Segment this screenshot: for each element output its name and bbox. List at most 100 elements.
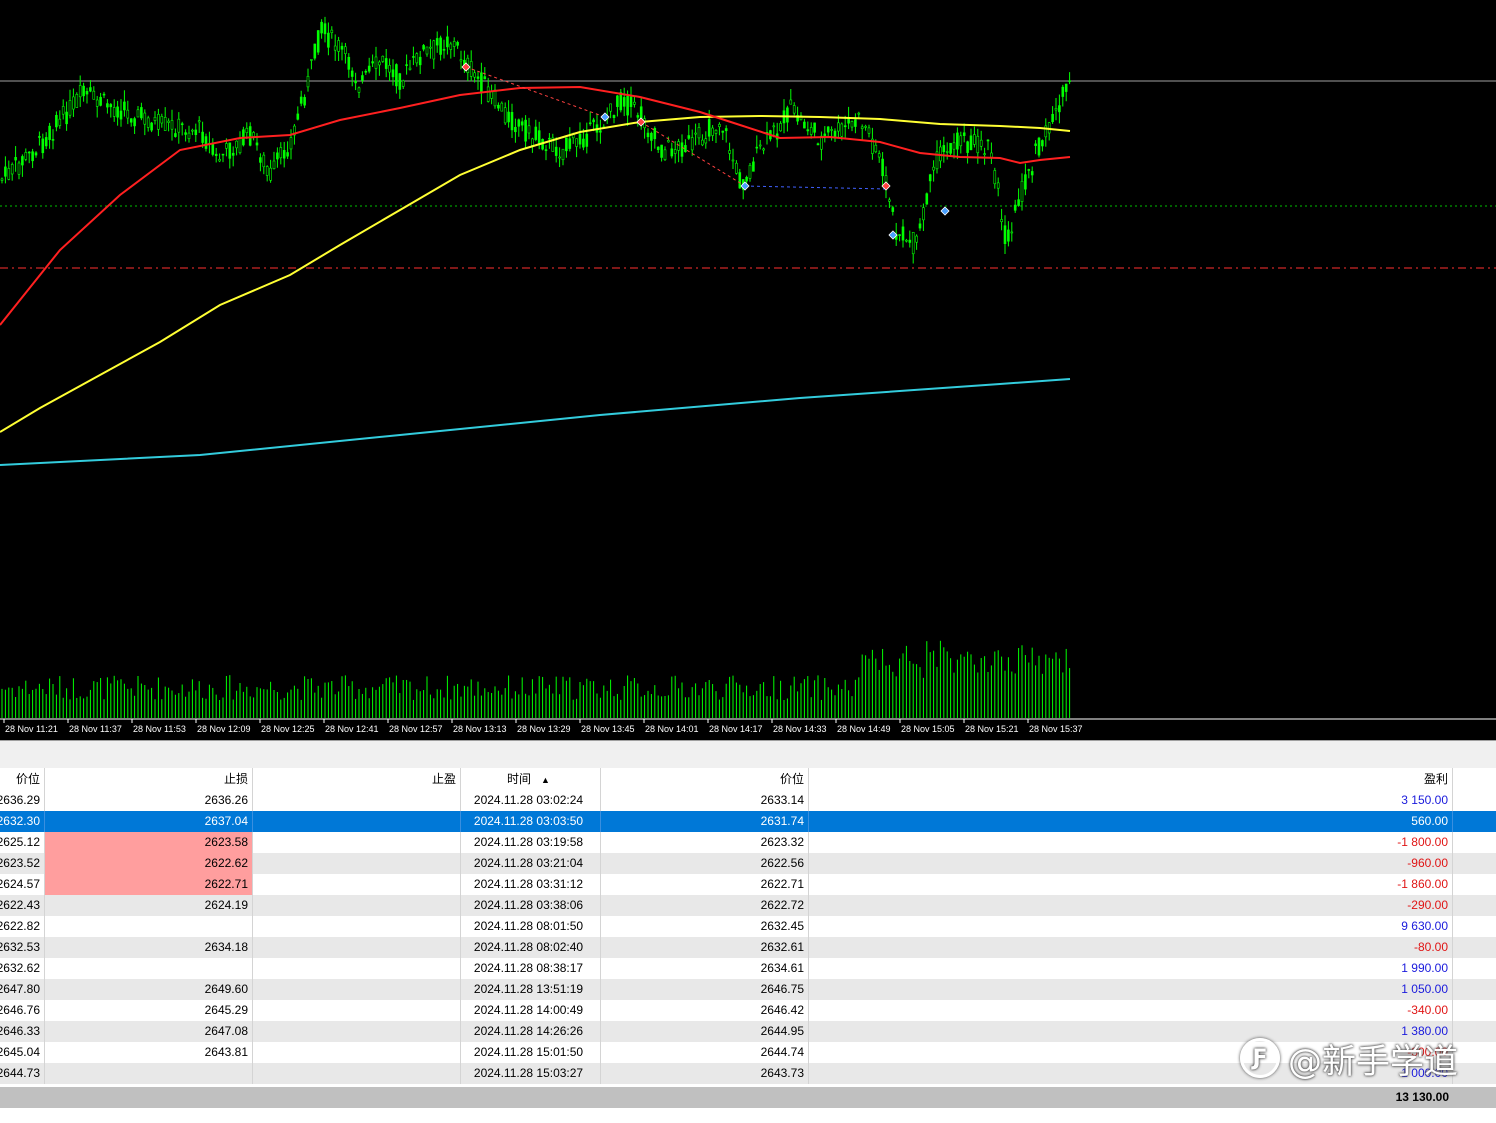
- candle-body: [762, 148, 765, 151]
- cell-sl: 2622.62: [45, 853, 253, 874]
- header-profit[interactable]: 盈利: [809, 768, 1453, 790]
- time-label: 28 Nov 11:53: [133, 724, 186, 734]
- candle-body: [313, 43, 317, 59]
- candle-body: [772, 125, 776, 128]
- cell-profit: -290.00: [809, 895, 1453, 916]
- candle-body: [34, 152, 38, 156]
- candle-body: [932, 166, 935, 171]
- cell-profit: 1 990.00: [809, 958, 1453, 979]
- cell-tp: [253, 1042, 461, 1063]
- table-header: 价位 止损 止盈 时间 ▲ 价位 盈利: [0, 768, 1496, 791]
- candle-body: [701, 139, 704, 146]
- candle-body: [119, 110, 123, 120]
- candle-body: [544, 149, 548, 151]
- table-row[interactable]: 2622.43 2624.19 2024.11.28 03:38:06 2622.72…: [0, 895, 1496, 916]
- candle-body: [966, 141, 969, 153]
- candle-body: [95, 99, 99, 107]
- candle-body: [1013, 204, 1017, 211]
- table-row[interactable]: 2632.53 2634.18 2024.11.28 08:02:40 2632.61…: [0, 937, 1496, 958]
- cell-sl: [45, 1063, 253, 1084]
- candle-body: [85, 91, 89, 95]
- table-row[interactable]: 2632.62 2024.11.28 08:38:17 2634.61 1 990.0…: [0, 958, 1496, 979]
- candle-body: [262, 154, 266, 168]
- candle-body: [1051, 113, 1054, 123]
- candle-body: [92, 90, 96, 100]
- candle-body: [578, 133, 582, 145]
- header-tp[interactable]: 止盈: [253, 768, 461, 790]
- table-row[interactable]: 2623.52 2622.62 2024.11.28 03:21:04 2622.56…: [0, 853, 1496, 874]
- cell-sl: 2643.81: [45, 1042, 253, 1063]
- candle-body: [442, 48, 446, 51]
- cell-profit: 3 150.00: [809, 790, 1453, 811]
- table-row[interactable]: 2624.57 2622.71 2024.11.28 03:31:12 2622.71…: [0, 874, 1496, 895]
- table-row[interactable]: 2636.29 2636.26 2024.11.28 03:02:24 2633.14…: [0, 790, 1496, 811]
- cell-extra: [1453, 1063, 1496, 1084]
- candle-body: [432, 40, 436, 60]
- candle-body: [622, 97, 626, 107]
- candle-body: [24, 152, 28, 160]
- candle-body: [214, 153, 218, 156]
- cell-extra: [1453, 895, 1496, 916]
- candle-body: [252, 132, 255, 137]
- candle-body: [891, 207, 895, 212]
- header-profit-label: 盈利: [1423, 772, 1448, 786]
- candle-body: [109, 104, 113, 108]
- ma-long-line: [0, 378, 1071, 466]
- candle-body: [619, 92, 623, 111]
- chart-canvas[interactable]: 28 Nov 11:21 28 Nov 11:37 28 Nov 11:53 28 N…: [0, 0, 1496, 740]
- cell-extra: [1453, 916, 1496, 937]
- cell-sl: [45, 916, 253, 937]
- table-row[interactable]: 2647.80 2649.60 2024.11.28 13:51:19 2646.75…: [0, 979, 1496, 1000]
- cell-time: 2024.11.28 08:01:50: [461, 916, 601, 937]
- candle-body: [480, 72, 483, 93]
- candle-body: [1003, 225, 1007, 244]
- candle-body: [160, 116, 164, 124]
- candle-body: [877, 153, 881, 158]
- cell-sl: [45, 958, 253, 979]
- candle-body: [316, 30, 320, 53]
- candle-body: [524, 119, 527, 142]
- table-row[interactable]: 2622.82 2024.11.28 08:01:50 2632.45 9 630.0…: [0, 916, 1496, 937]
- candle-body: [718, 124, 721, 128]
- candle-body: [112, 107, 116, 117]
- candle-body: [786, 107, 789, 123]
- cell-price-open: 2632.30: [0, 811, 45, 832]
- header-price-open[interactable]: 价位: [0, 768, 45, 790]
- candle-body: [204, 136, 208, 149]
- candle-body: [163, 117, 167, 131]
- candle-body: [1027, 169, 1031, 171]
- header-time[interactable]: 时间 ▲: [461, 768, 601, 790]
- candle-body: [646, 132, 650, 138]
- cell-tp: [253, 958, 461, 979]
- candle-body: [344, 46, 347, 54]
- candle-body: [398, 73, 402, 90]
- table-row[interactable]: 2646.76 2645.29 2024.11.28 14:00:49 2646.42…: [0, 1000, 1496, 1021]
- cell-price-close: 2643.73: [601, 1063, 809, 1084]
- candle-body: [901, 226, 905, 241]
- candle-body: [89, 87, 92, 92]
- cell-profit: 1 050.00: [809, 979, 1453, 1000]
- price-chart[interactable]: 28 Nov 11:21 28 Nov 11:37 28 Nov 11:53 28 N…: [0, 0, 1496, 740]
- cell-price-open: 2646.76: [0, 1000, 45, 1021]
- cell-sl: 2636.26: [45, 790, 253, 811]
- cell-price-close: 2646.75: [601, 979, 809, 1000]
- candle-body: [582, 138, 585, 148]
- candle-body: [792, 105, 796, 114]
- cell-extra: [1453, 790, 1496, 811]
- table-row[interactable]: 2632.30 2637.04 2024.11.28 03:03:50 2631.74…: [0, 811, 1496, 832]
- cell-tp: [253, 853, 461, 874]
- cell-price-open: 2632.62: [0, 958, 45, 979]
- table-row[interactable]: 2625.12 2623.58 2024.11.28 03:19:58 2623.32…: [0, 832, 1496, 853]
- header-sl[interactable]: 止损: [45, 768, 253, 790]
- candle-body: [735, 162, 738, 174]
- cell-time: 2024.11.28 03:31:12: [461, 874, 601, 895]
- candle-body: [425, 46, 429, 55]
- cell-sl: 2649.60: [45, 979, 253, 1000]
- candle-body: [575, 138, 578, 147]
- zhihu-logo-icon: Ƒ: [1240, 1038, 1280, 1078]
- cell-extra: [1453, 937, 1496, 958]
- cell-tp: [253, 937, 461, 958]
- header-price-close[interactable]: 价位: [601, 768, 809, 790]
- candle-body: [133, 118, 136, 127]
- time-label: 28 Nov 12:57: [389, 724, 443, 734]
